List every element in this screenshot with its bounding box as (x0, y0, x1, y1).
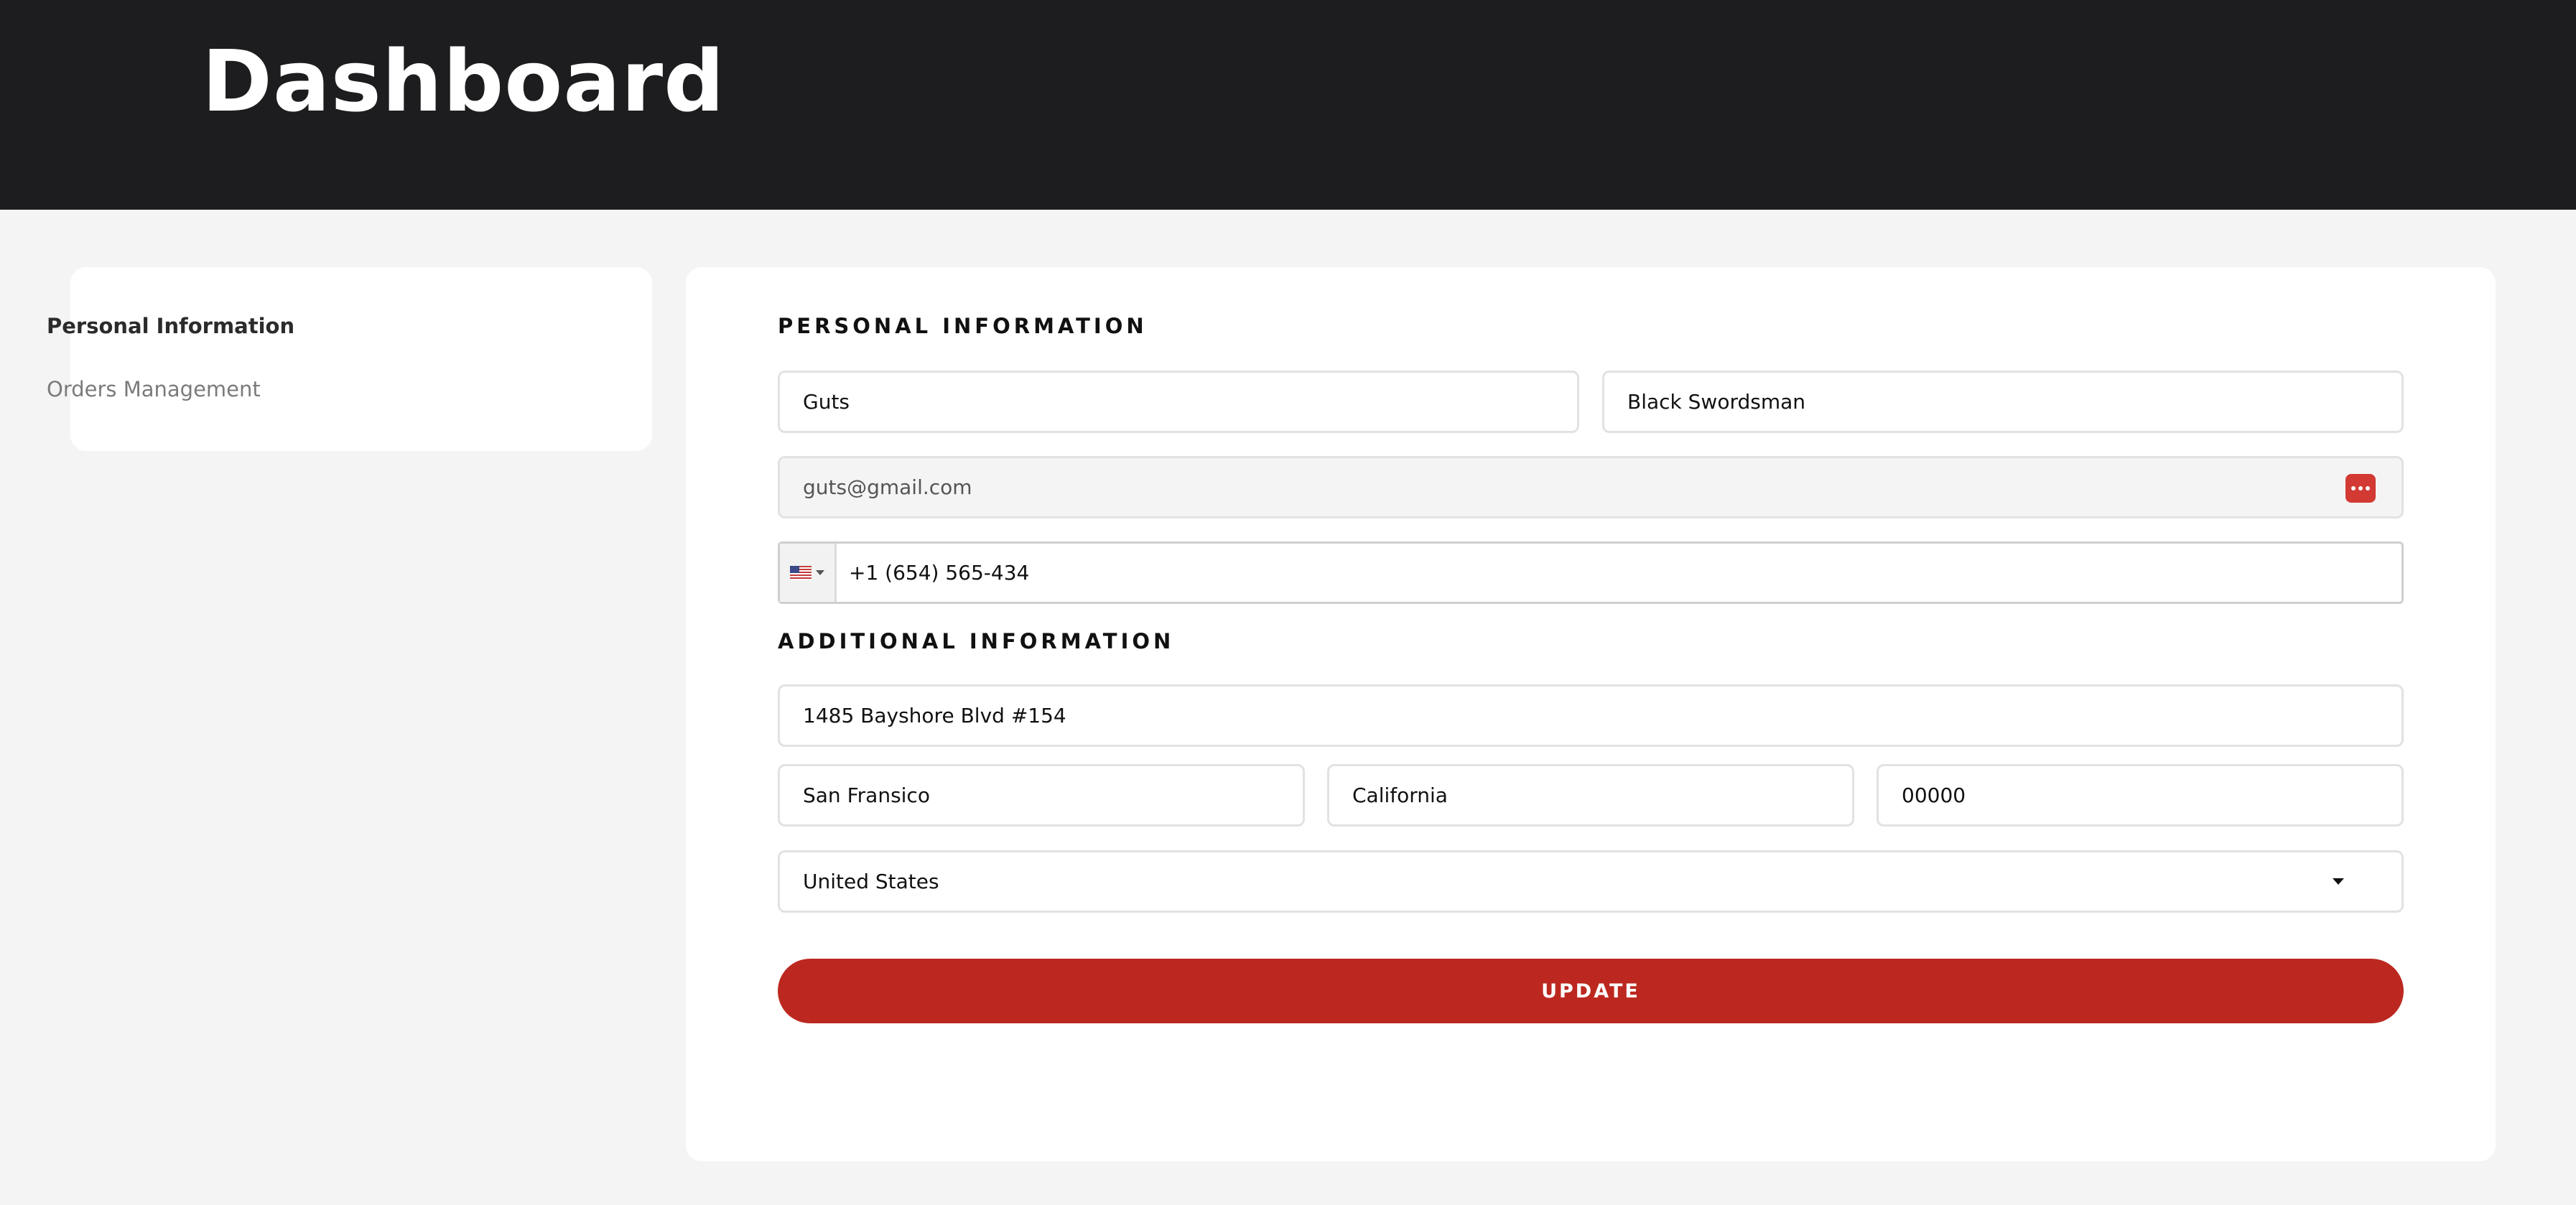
zip-input[interactable] (1902, 766, 2401, 824)
country-select[interactable]: United States (778, 850, 2404, 913)
country-code-dropdown[interactable] (780, 544, 837, 602)
last-name-input[interactable] (1627, 373, 2401, 431)
state-field[interactable] (1327, 764, 1854, 827)
email-input[interactable] (803, 458, 2401, 516)
city-field[interactable] (778, 764, 1305, 827)
update-button[interactable]: UPDATE (778, 959, 2404, 1023)
header-bar: Dashboard (0, 0, 2576, 210)
phone-field[interactable] (778, 541, 2404, 604)
additional-information-heading: ADDITIONAL INFORMATION (778, 629, 1175, 653)
email-field[interactable] (778, 456, 2404, 518)
first-name-input[interactable] (803, 373, 1577, 431)
sidebar-item-personal-information[interactable]: Personal Information (47, 312, 294, 340)
chevron-down-icon (2333, 878, 2344, 885)
address-input[interactable] (803, 687, 2401, 745)
last-name-field[interactable] (1602, 371, 2404, 433)
city-input[interactable] (803, 766, 1303, 824)
first-name-field[interactable] (778, 371, 1579, 433)
page-title: Dashboard (202, 32, 725, 131)
address-field[interactable] (778, 684, 2404, 747)
phone-input[interactable] (837, 544, 2401, 602)
zip-field[interactable] (1877, 764, 2404, 827)
chevron-down-icon (816, 570, 824, 575)
password-dots-icon[interactable] (2345, 474, 2376, 503)
personal-information-heading: PERSONAL INFORMATION (778, 314, 1148, 338)
sidebar (70, 267, 652, 451)
sidebar-item-orders-management[interactable]: Orders Management (47, 375, 261, 404)
us-flag-icon (790, 565, 812, 580)
state-input[interactable] (1352, 766, 1852, 824)
country-select-value: United States (803, 870, 939, 893)
